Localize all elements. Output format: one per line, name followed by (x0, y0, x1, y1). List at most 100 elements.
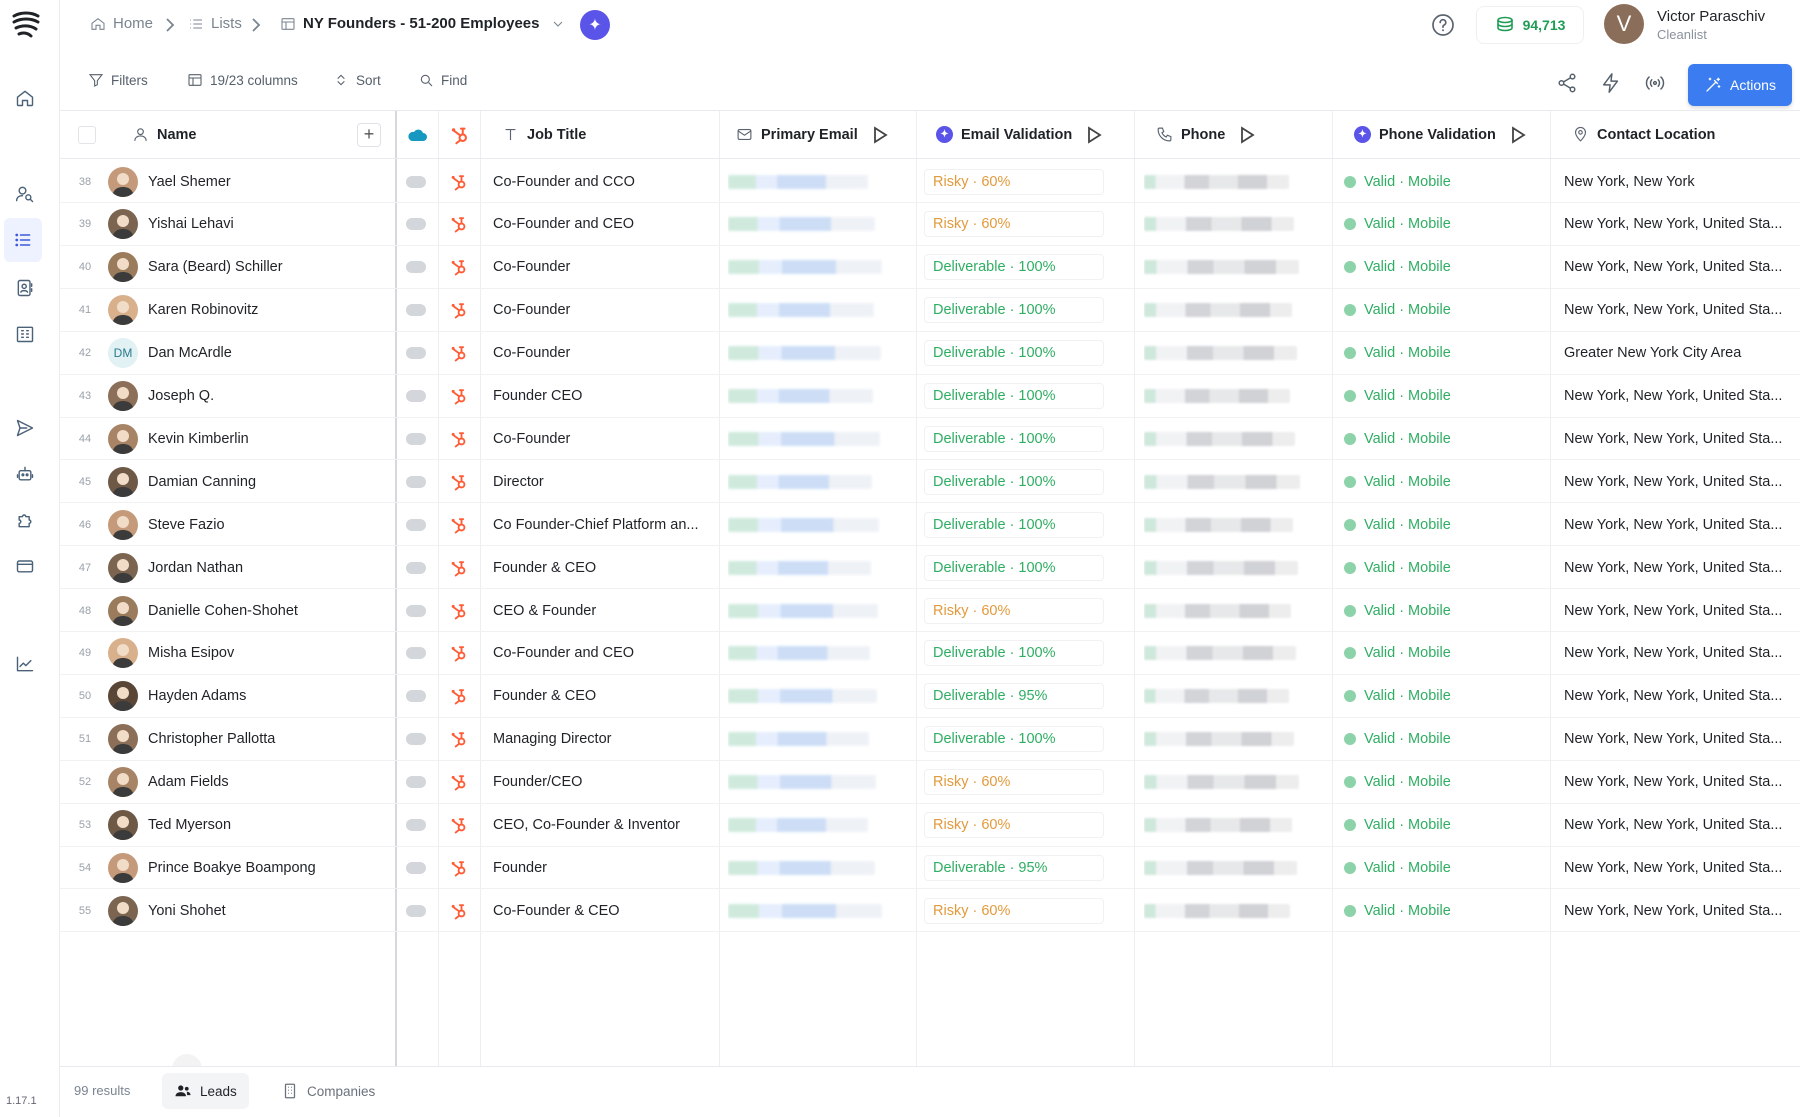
lead-name-cell[interactable]: Ted Myerson (108, 804, 383, 847)
primary-email-cell[interactable] (728, 460, 900, 503)
job-title-cell[interactable]: Co-Founder and CEO (493, 632, 713, 675)
column-header-job-title[interactable]: Job Title (502, 111, 712, 159)
salesforce-cell[interactable] (406, 503, 430, 546)
email-validation-cell[interactable]: Risky · 60% (924, 203, 1124, 246)
phone-cell[interactable] (1144, 632, 1314, 675)
hubspot-cell[interactable] (449, 675, 473, 718)
hubspot-cell[interactable] (449, 160, 473, 203)
credits-badge[interactable]: 94,713 (1476, 6, 1584, 44)
salesforce-cell[interactable] (406, 375, 430, 418)
table-row[interactable]: 49 Misha Esipov Co-Founder and CEO Deliv… (60, 632, 1800, 675)
contact-location-cell[interactable]: New York, New York, United Sta... (1564, 846, 1800, 889)
table-row[interactable]: 47 Jordan Nathan Founder & CEO Deliverab… (60, 546, 1800, 590)
email-validation-cell[interactable]: Deliverable · 95% (924, 675, 1124, 718)
phone-validation-cell[interactable]: Valid · Mobile (1344, 675, 1544, 718)
breadcrumb-current-list[interactable]: NY Founders - 51-200 Employees (280, 15, 566, 32)
contact-location-cell[interactable]: New York, New York, United Sta... (1564, 675, 1800, 718)
find-button[interactable]: Find (418, 72, 467, 88)
phone-validation-cell[interactable]: Valid · Mobile (1344, 804, 1544, 847)
email-validation-cell[interactable]: Risky · 60% (924, 160, 1124, 203)
companies-icon[interactable] (11, 320, 39, 348)
salesforce-cell[interactable] (406, 460, 430, 503)
email-validation-cell[interactable]: Deliverable · 95% (924, 846, 1124, 889)
email-validation-cell[interactable]: Deliverable · 100% (924, 503, 1124, 546)
salesforce-cell[interactable] (406, 889, 430, 932)
hubspot-cell[interactable] (449, 203, 473, 246)
phone-cell[interactable] (1144, 589, 1314, 632)
broadcast-icon[interactable] (1644, 72, 1666, 94)
email-validation-cell[interactable]: Deliverable · 100% (924, 718, 1124, 761)
salesforce-cell[interactable] (406, 675, 430, 718)
phone-validation-cell[interactable]: Valid · Mobile (1344, 289, 1544, 332)
hubspot-cell[interactable] (449, 846, 473, 889)
table-row[interactable]: 42 DM Dan McArdle Co-Founder Deliverable … (60, 332, 1800, 375)
table-row[interactable]: 53 Ted Myerson CEO, Co-Founder & Invento… (60, 804, 1800, 847)
job-title-cell[interactable]: Director (493, 460, 713, 503)
primary-email-cell[interactable] (728, 375, 900, 418)
table-row[interactable]: 51 Christopher Pallotta Managing Directo… (60, 718, 1800, 761)
lead-name-cell[interactable]: Misha Esipov (108, 632, 383, 675)
phone-validation-cell[interactable]: Valid · Mobile (1344, 546, 1544, 589)
salesforce-cell[interactable] (406, 589, 430, 632)
primary-email-cell[interactable] (728, 718, 900, 761)
breadcrumb-home[interactable]: Home (90, 15, 153, 32)
lists-icon[interactable] (4, 218, 42, 262)
table-row[interactable]: 38 Yael Shemer Co-Founder and CCO Risky … (60, 160, 1800, 203)
job-title-cell[interactable]: Co-Founder and CCO (493, 160, 713, 203)
phone-validation-cell[interactable]: Valid · Mobile (1344, 246, 1544, 289)
column-header-phone[interactable]: Phone (1156, 111, 1326, 159)
phone-cell[interactable] (1144, 460, 1314, 503)
lead-name-cell[interactable]: Yishai Lehavi (108, 203, 383, 246)
share-icon[interactable] (1556, 72, 1578, 94)
table-row[interactable]: 41 Karen Robinovitz Co-Founder Deliverab… (60, 289, 1800, 332)
people-search-icon[interactable] (11, 180, 39, 208)
salesforce-cell[interactable] (406, 417, 430, 460)
contact-location-cell[interactable]: New York, New York, United Sta... (1564, 460, 1800, 503)
job-title-cell[interactable]: Managing Director (493, 718, 713, 761)
lightning-icon[interactable] (1600, 72, 1622, 94)
column-header-email-validation[interactable]: ✦ Email Validation (936, 111, 1126, 159)
email-validation-cell[interactable]: Deliverable · 100% (924, 332, 1124, 375)
send-icon[interactable] (11, 414, 39, 442)
table-row[interactable]: 40 Sara (Beard) Schiller Co-Founder Deli… (60, 246, 1800, 289)
salesforce-cell[interactable] (406, 246, 430, 289)
job-title-cell[interactable]: Co-Founder & CEO (493, 889, 713, 932)
email-validation-cell[interactable]: Risky · 60% (924, 889, 1124, 932)
phone-cell[interactable] (1144, 675, 1314, 718)
hubspot-cell[interactable] (449, 246, 473, 289)
phone-validation-cell[interactable]: Valid · Mobile (1344, 203, 1544, 246)
email-validation-cell[interactable]: Risky · 60% (924, 589, 1124, 632)
salesforce-cell[interactable] (406, 289, 430, 332)
job-title-cell[interactable]: Co Founder-Chief Platform an... (493, 503, 713, 546)
primary-email-cell[interactable] (728, 761, 900, 804)
table-row[interactable]: 50 Hayden Adams Founder & CEO Deliverabl… (60, 675, 1800, 718)
column-header-hubspot[interactable] (449, 111, 473, 159)
actions-button[interactable]: Actions (1688, 64, 1792, 106)
email-validation-cell[interactable]: Deliverable · 100% (924, 546, 1124, 589)
hubspot-cell[interactable] (449, 503, 473, 546)
lead-name-cell[interactable]: Hayden Adams (108, 675, 383, 718)
contact-location-cell[interactable]: New York, New York, United Sta... (1564, 246, 1800, 289)
contact-location-cell[interactable]: New York, New York (1564, 160, 1800, 203)
phone-validation-cell[interactable]: Valid · Mobile (1344, 503, 1544, 546)
email-validation-cell[interactable]: Deliverable · 100% (924, 246, 1124, 289)
run-column-play-icon[interactable] (1237, 125, 1257, 145)
lead-name-cell[interactable]: Joseph Q. (108, 375, 383, 418)
select-all-checkbox[interactable] (78, 111, 98, 159)
hubspot-cell[interactable] (449, 718, 473, 761)
salesforce-cell[interactable] (406, 160, 430, 203)
salesforce-cell[interactable] (406, 718, 430, 761)
primary-email-cell[interactable] (728, 289, 900, 332)
lead-name-cell[interactable]: Kevin Kimberlin (108, 417, 383, 460)
email-validation-cell[interactable]: Deliverable · 100% (924, 289, 1124, 332)
lead-name-cell[interactable]: Yael Shemer (108, 160, 383, 203)
primary-email-cell[interactable] (728, 160, 900, 203)
phone-cell[interactable] (1144, 160, 1314, 203)
home-icon[interactable] (11, 84, 39, 112)
lead-name-cell[interactable]: Karen Robinovitz (108, 289, 383, 332)
add-column-button[interactable]: + (356, 111, 382, 159)
phone-validation-cell[interactable]: Valid · Mobile (1344, 761, 1544, 804)
hubspot-cell[interactable] (449, 804, 473, 847)
column-header-name[interactable]: Name (132, 111, 382, 159)
contact-location-cell[interactable]: New York, New York, United Sta... (1564, 804, 1800, 847)
